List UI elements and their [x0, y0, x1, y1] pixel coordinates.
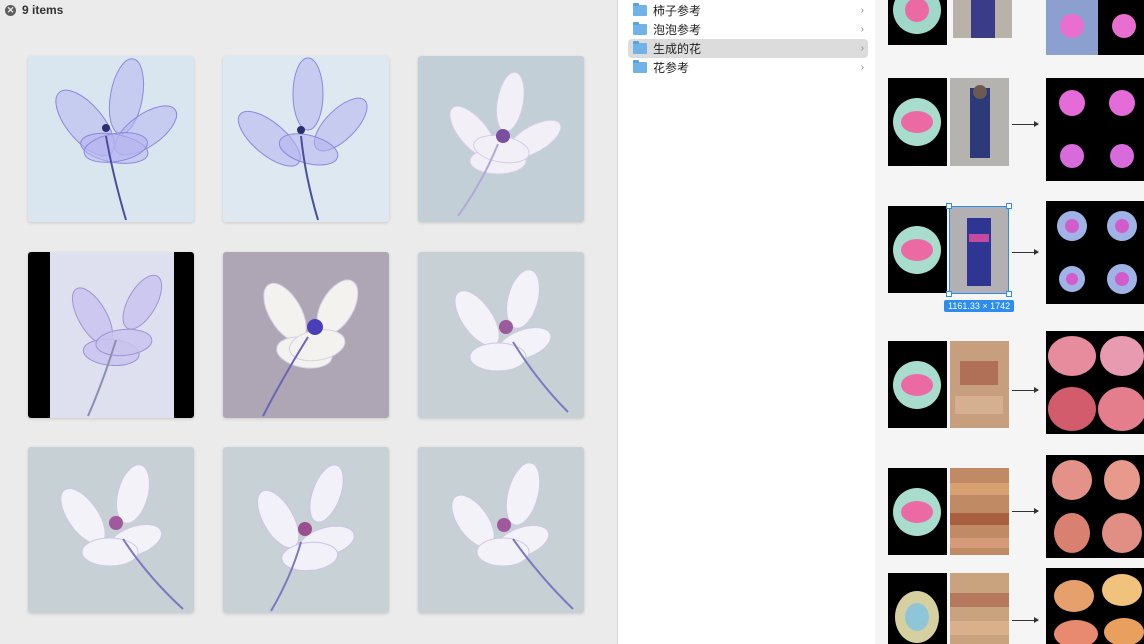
folder-item-persimmon[interactable]: 柿子参考 › — [628, 1, 868, 20]
quicklook-header: ✕ 9 items — [0, 0, 63, 20]
resize-handle[interactable] — [946, 203, 952, 209]
canvas-bubble-image[interactable] — [888, 0, 947, 45]
arrow-icon — [1012, 121, 1039, 127]
folder-icon — [633, 41, 647, 54]
thumbnail-flower-8[interactable] — [223, 447, 389, 613]
canvas-result-image[interactable] — [1046, 201, 1144, 304]
folder-icon — [633, 22, 647, 35]
canvas-result-image[interactable] — [1046, 331, 1144, 434]
canvas-photo-image[interactable] — [950, 78, 1009, 166]
resize-handle[interactable] — [1006, 203, 1012, 209]
folder-item-flower-reference[interactable]: 花参考 › — [628, 58, 868, 77]
folder-label: 花参考 — [653, 61, 690, 75]
thumbnail-flower-6[interactable] — [418, 252, 584, 418]
thumbnail-flower-7[interactable] — [28, 447, 194, 613]
canvas-bubble-image[interactable] — [888, 78, 947, 166]
finder-column: 柿子参考 › 泡泡参考 › 生成的花 › 花参考 › — [617, 0, 875, 644]
canvas-bubble-image[interactable] — [888, 468, 947, 555]
arrow-icon — [1012, 617, 1039, 623]
canvas-bubble-image[interactable] — [888, 341, 947, 428]
item-count: 9 items — [22, 3, 64, 17]
resize-handle[interactable] — [1006, 291, 1012, 297]
canvas-result-image[interactable] — [1046, 0, 1144, 55]
folder-item-bubble[interactable]: 泡泡参考 › — [628, 20, 868, 39]
canvas-result-image[interactable] — [1046, 568, 1144, 644]
design-canvas[interactable]: 1161.33 × 1742 — [875, 0, 1144, 644]
canvas-bubble-image[interactable] — [888, 206, 947, 293]
thumbnail-flower-2[interactable] — [223, 56, 389, 222]
thumbnail-flower-4[interactable] — [28, 252, 194, 418]
thumbnail-flower-5[interactable] — [223, 252, 389, 418]
thumbnail-flower-1[interactable] — [28, 56, 194, 222]
folder-icon — [633, 3, 647, 16]
canvas-photo-image[interactable] — [950, 468, 1009, 555]
close-icon[interactable]: ✕ — [5, 4, 16, 16]
folder-icon — [633, 60, 647, 73]
canvas-bubble-image[interactable] — [888, 573, 947, 644]
canvas-photo-image[interactable] — [950, 573, 1009, 644]
arrow-icon — [1012, 387, 1039, 393]
folder-label: 柿子参考 — [653, 4, 702, 18]
thumbnail-flower-9[interactable] — [418, 447, 584, 613]
folder-label: 生成的花 — [653, 42, 702, 56]
canvas-photo-image[interactable] — [950, 341, 1009, 428]
folder-label: 泡泡参考 — [653, 23, 702, 37]
thumbnail-flower-3[interactable] — [418, 56, 584, 222]
resize-handle[interactable] — [946, 291, 952, 297]
folder-item-generated-flowers[interactable]: 生成的花 › — [628, 39, 868, 58]
selection-box[interactable] — [949, 206, 1009, 294]
arrow-icon — [1012, 249, 1039, 255]
chevron-right-icon: › — [860, 62, 864, 73]
chevron-right-icon: › — [860, 43, 864, 54]
canvas-result-image[interactable] — [1046, 78, 1144, 181]
chevron-right-icon: › — [860, 5, 864, 16]
chevron-right-icon: › — [860, 24, 864, 35]
quicklook-panel: ✕ 9 items — [0, 0, 617, 644]
canvas-photo-image[interactable] — [953, 0, 1012, 38]
dimension-badge: 1161.33 × 1742 — [944, 300, 1015, 312]
canvas-result-image[interactable] — [1046, 455, 1144, 558]
arrow-icon — [1012, 508, 1039, 514]
